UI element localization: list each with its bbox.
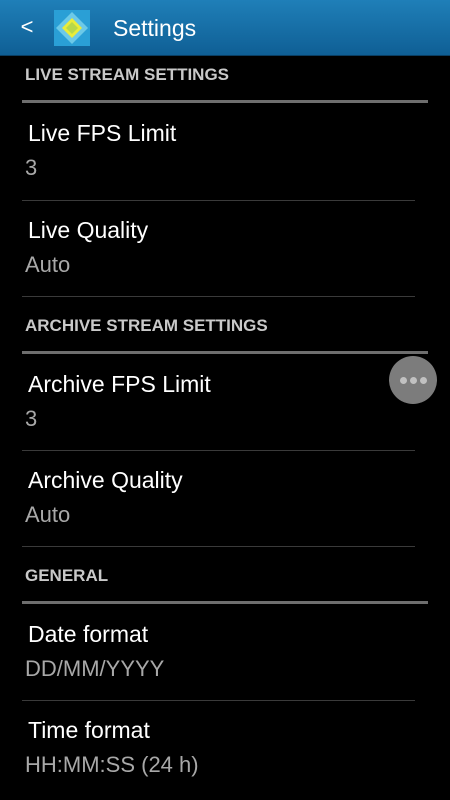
row-divider bbox=[22, 296, 415, 297]
row-divider bbox=[22, 546, 415, 547]
pref-date-format[interactable]: Date format DD/MM/YYYY bbox=[0, 604, 450, 700]
pref-summary: 3 bbox=[25, 155, 38, 180]
more-options-button[interactable] bbox=[389, 356, 437, 404]
pref-summary: HH:MM:SS (24 h) bbox=[25, 752, 199, 777]
app-logo-icon[interactable] bbox=[52, 8, 92, 48]
pref-title: Live FPS Limit bbox=[28, 120, 177, 146]
action-bar: < Settings bbox=[0, 0, 450, 56]
back-icon[interactable]: < bbox=[14, 13, 40, 41]
pref-live-quality[interactable]: Live Quality Auto bbox=[0, 200, 450, 296]
section-header-archive-stream: ARCHIVE STREAM SETTINGS bbox=[25, 316, 268, 335]
pref-summary: Auto bbox=[25, 252, 71, 277]
section-header-general: GENERAL bbox=[25, 566, 109, 585]
pref-title: Time format bbox=[28, 717, 150, 743]
pref-time-format[interactable]: Time format HH:MM:SS (24 h) bbox=[0, 700, 450, 796]
pref-archive-quality[interactable]: Archive Quality Auto bbox=[0, 450, 450, 546]
pref-archive-fps-limit[interactable]: Archive FPS Limit 3 bbox=[0, 354, 450, 450]
section-header-live-stream: LIVE STREAM SETTINGS bbox=[25, 65, 230, 84]
pref-title: Archive Quality bbox=[28, 467, 183, 493]
pref-title: Live Quality bbox=[28, 217, 149, 243]
pref-title: Date format bbox=[28, 621, 149, 647]
pref-summary: DD/MM/YYYY bbox=[25, 656, 165, 681]
page-title: Settings bbox=[113, 15, 197, 41]
pref-title: Archive FPS Limit bbox=[28, 371, 211, 397]
pref-live-fps-limit[interactable]: Live FPS Limit 3 bbox=[0, 103, 450, 199]
pref-summary: 3 bbox=[25, 406, 38, 431]
pref-summary: Auto bbox=[25, 502, 71, 527]
